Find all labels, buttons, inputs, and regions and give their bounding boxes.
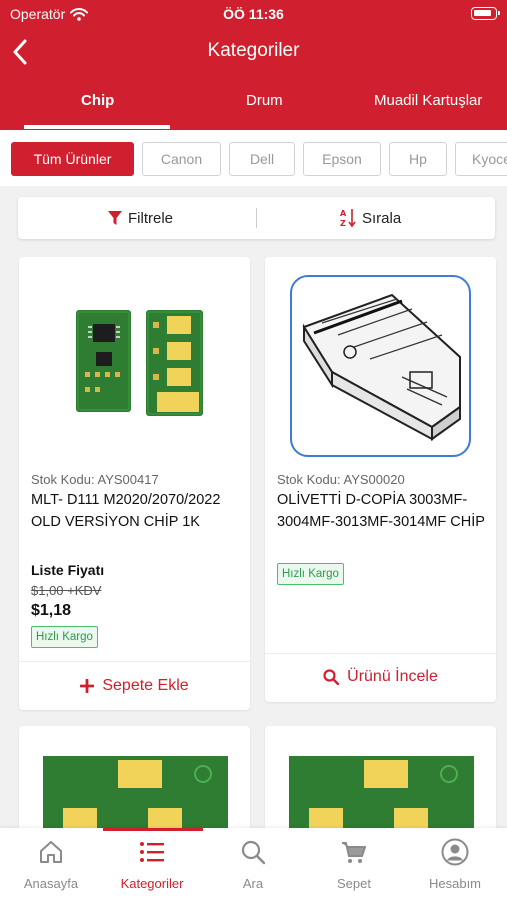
product-card[interactable]: Stok Kodu: AYS00417 MLT- D111 M2020/2070…: [19, 257, 250, 710]
nav-label: Ara: [242, 876, 264, 891]
svg-text:A: A: [340, 209, 347, 218]
toolbar-divider: [256, 208, 257, 228]
search-icon: [323, 669, 340, 685]
product-image-drum-cartridge: [302, 293, 461, 441]
plus-icon: [80, 679, 95, 693]
price: $1,18: [31, 602, 72, 619]
app-header: Operatör ÖÖ 11:36 Kategoriler Chip Drum …: [0, 0, 507, 130]
product-code: Stok Kodu: AYS00417: [31, 472, 159, 487]
nav-cart[interactable]: Sepet: [304, 828, 404, 900]
nav-label: Kategoriler: [120, 876, 184, 891]
tab-active-indicator: [24, 125, 170, 129]
fast-shipping-badge: Hızlı Kargo: [277, 563, 344, 585]
filter-icon: [108, 210, 122, 225]
cart-icon: [342, 842, 366, 863]
page-title: Kategoriler: [207, 40, 300, 61]
chip-canon[interactable]: Canon: [142, 142, 221, 176]
fast-shipping-badge: Hızlı Kargo: [31, 626, 98, 648]
nav-label: Hesabım: [428, 876, 482, 891]
product-code: Stok Kodu: AYS00020: [277, 472, 405, 487]
tab-chip[interactable]: Chip: [81, 92, 114, 109]
view-product-label: Ürünü İncele: [347, 668, 438, 685]
filter-button[interactable]: Filtrele: [108, 197, 173, 239]
clock: ÖÖ 11:36: [223, 6, 284, 22]
product-image-frame: [290, 275, 471, 457]
chip-dell[interactable]: Dell: [229, 142, 295, 176]
sort-az-icon: A Z: [340, 209, 356, 228]
view-product-button[interactable]: Ürünü İncele: [265, 653, 496, 701]
product-image-chip: [76, 310, 203, 416]
product-card[interactable]: [265, 726, 496, 836]
battery-icon: [471, 7, 500, 20]
sort-button[interactable]: A Z Sırala: [340, 197, 401, 239]
product-card[interactable]: [19, 726, 250, 836]
nav-search[interactable]: Ara: [203, 828, 303, 900]
account-icon: [441, 838, 469, 866]
nav-label: Anasayfa: [23, 876, 79, 891]
tab-muadil-kartuslar[interactable]: Muadil Kartuşlar: [374, 92, 482, 109]
old-price: $1,00 +KDV: [31, 583, 102, 598]
svg-text:Z: Z: [340, 219, 346, 228]
chip-all-products[interactable]: Tüm Ürünler: [11, 142, 134, 176]
chip-hp[interactable]: Hp: [389, 142, 447, 176]
filter-sort-bar: Filtrele A Z Sırala: [18, 197, 495, 239]
add-to-cart-label: Sepete Ekle: [102, 677, 189, 694]
nav-label: Sepet: [337, 876, 371, 891]
chip-kyocera[interactable]: Kyocera: [455, 142, 507, 176]
tab-drum[interactable]: Drum: [246, 92, 283, 109]
nav-account[interactable]: Hesabım: [405, 828, 505, 900]
nav-home[interactable]: Anasayfa: [1, 828, 101, 900]
filter-label: Filtrele: [128, 209, 174, 227]
product-card[interactable]: Stok Kodu: AYS00020 OLİVETTİ D-COPİA 300…: [265, 257, 496, 702]
product-name[interactable]: OLİVETTİ D-COPİA 3003MF-3004MF-3013MF-30…: [277, 489, 486, 533]
product-image-chip: [43, 756, 228, 836]
add-to-cart-button[interactable]: Sepete Ekle: [19, 662, 250, 710]
nav-categories[interactable]: Kategoriler: [102, 828, 202, 900]
brand-filter-chips: Tüm Ürünler Canon Dell Epson Hp Kyocera: [0, 130, 507, 186]
category-tabs: Chip Drum Muadil Kartuşlar: [0, 88, 507, 130]
sort-label: Sırala: [362, 209, 402, 227]
chip-epson[interactable]: Epson: [303, 142, 381, 176]
home-icon: [40, 841, 62, 863]
list-price-label: Liste Fiyatı: [31, 562, 105, 578]
status-bar: Operatör ÖÖ 11:36: [0, 0, 507, 28]
search-icon: [241, 840, 266, 865]
product-name[interactable]: MLT- D111 M2020/2070/2022 OLD VERSİYON C…: [31, 489, 240, 533]
product-image-chip: [289, 756, 474, 836]
list-icon: [140, 842, 164, 862]
bottom-navigation: Anasayfa Kategoriler Ara Sepet Hesabım: [0, 828, 507, 900]
